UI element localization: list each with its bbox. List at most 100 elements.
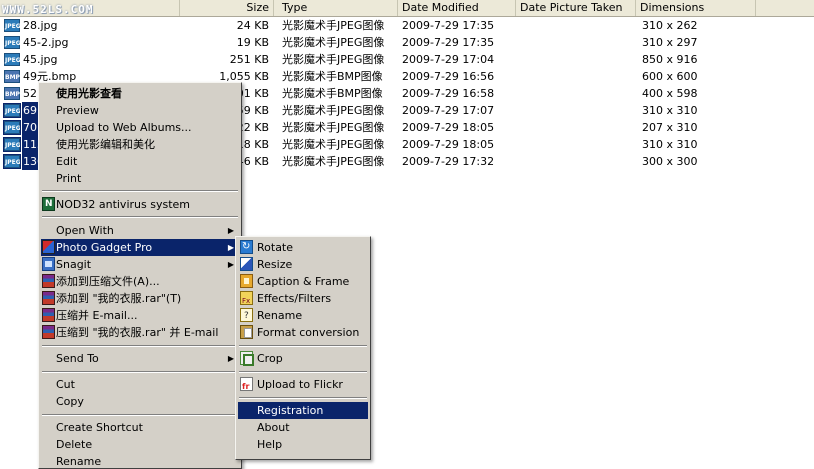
file-modified: 2009-7-29 17:35 xyxy=(402,19,495,32)
menu-item-label: 压缩到 "我的衣服.rar" 并 E-mail xyxy=(56,326,219,339)
context-menu: 使用光影查看 Preview Upload to Web Albums... 使… xyxy=(38,82,242,469)
file-type: 光影魔术手BMP图像 xyxy=(282,87,383,100)
caption-frame-icon xyxy=(240,274,253,288)
menu-item-snagit[interactable]: Snagit ▶ xyxy=(41,256,239,273)
menu-item-delete[interactable]: Delete xyxy=(41,436,239,453)
jpeg-file-icon: JPEG xyxy=(3,120,21,135)
submenu-item-registration[interactable]: Registration xyxy=(238,402,368,419)
submenu-arrow-icon: ▶ xyxy=(227,226,234,235)
menu-separator xyxy=(42,216,238,218)
submenu-item-label: Rename xyxy=(257,309,303,322)
file-modified: 2009-7-29 16:56 xyxy=(402,70,495,83)
menu-item-rename[interactable]: Rename xyxy=(41,453,239,469)
menu-item-label: Send To xyxy=(56,352,99,365)
file-name: 28.jpg xyxy=(23,19,58,32)
file-dimensions: 300 x 300 xyxy=(642,155,698,168)
file-type: 光影魔术手JPEG图像 xyxy=(282,53,385,66)
jpeg-file-icon: JPEG xyxy=(3,103,21,118)
menu-item-label: Photo Gadget Pro xyxy=(56,241,153,254)
column-size[interactable]: Size xyxy=(180,0,274,16)
menu-item-upload-web-albums[interactable]: Upload to Web Albums... xyxy=(41,119,239,136)
submenu-arrow-icon: ▶ xyxy=(227,260,234,269)
menu-item-label: 添加到 "我的衣服.rar"(T) xyxy=(56,292,182,305)
format-conversion-icon xyxy=(240,325,253,339)
watermark: WWW.52LS.COM xyxy=(2,3,94,16)
winrar-icon xyxy=(42,325,55,339)
menu-item-photo-gadget-pro[interactable]: Photo Gadget Pro ▶ xyxy=(41,239,239,256)
menu-item-compress-rar-email[interactable]: 压缩到 "我的衣服.rar" 并 E-mail xyxy=(41,324,239,341)
bmp-file-icon: BMP xyxy=(4,70,20,83)
submenu-item-label: Rotate xyxy=(257,241,294,254)
submenu-item-rename[interactable]: Rename xyxy=(238,307,368,325)
file-dimensions: 207 x 310 xyxy=(642,121,698,134)
menu-item-copy[interactable]: Copy xyxy=(41,393,239,410)
submenu-item-effects-filters[interactable]: Effects/Filters xyxy=(238,290,368,310)
column-type[interactable]: Type xyxy=(278,0,398,16)
submenu-item-help[interactable]: Help xyxy=(238,436,368,453)
menu-item-nod32[interactable]: NOD32 antivirus system xyxy=(41,196,239,213)
submenu-item-label: Effects/Filters xyxy=(257,292,332,305)
file-modified: 2009-7-29 17:04 xyxy=(402,53,495,66)
column-date-taken[interactable]: Date Picture Taken xyxy=(516,0,636,16)
submenu-item-label: Upload to Flickr xyxy=(257,378,343,391)
file-type: 光影魔术手JPEG图像 xyxy=(282,155,385,168)
menu-separator xyxy=(239,397,367,399)
menu-item-preview[interactable]: Preview xyxy=(41,102,239,119)
column-filler xyxy=(756,0,814,16)
table-row[interactable]: JPEG 45-2.jpg 19 KB 光影魔术手JPEG图像 2009-7-2… xyxy=(0,34,814,51)
menu-item-print[interactable]: Print xyxy=(41,170,239,187)
menu-item-open-with-guangying[interactable]: 使用光影查看 xyxy=(41,85,239,102)
submenu-item-caption-frame[interactable]: Caption & Frame xyxy=(238,273,368,290)
file-dimensions: 850 x 916 xyxy=(642,53,698,66)
table-row[interactable]: JPEG 45.jpg 251 KB 光影魔术手JPEG图像 2009-7-29… xyxy=(0,51,814,68)
menu-item-add-to-rar[interactable]: 添加到 "我的衣服.rar"(T) xyxy=(41,290,239,307)
photo-gadget-submenu: Rotate Resize Caption & Frame Effects/Fi… xyxy=(235,236,371,460)
file-modified: 2009-7-29 17:32 xyxy=(402,155,495,168)
menu-item-send-to[interactable]: Send To ▶ xyxy=(41,350,239,367)
menu-separator xyxy=(42,190,238,192)
column-name[interactable]: WWW.52LS.COM xyxy=(0,0,180,16)
menu-item-cut[interactable]: Cut xyxy=(41,376,239,393)
menu-item-label: Open With xyxy=(56,224,114,237)
submenu-arrow-icon: ▶ xyxy=(227,354,234,363)
column-dimensions[interactable]: Dimensions xyxy=(636,0,756,16)
submenu-item-crop[interactable]: Crop xyxy=(238,350,368,367)
photo-gadget-icon xyxy=(42,240,55,254)
menu-item-edit-with-guangying[interactable]: 使用光影编辑和美化 xyxy=(41,136,239,153)
menu-item-edit[interactable]: Edit xyxy=(41,153,239,170)
submenu-item-label: Crop xyxy=(257,352,283,365)
menu-separator xyxy=(239,345,367,347)
winrar-icon xyxy=(42,274,55,288)
jpeg-file-icon: JPEG xyxy=(4,53,21,66)
column-date-modified[interactable]: Date Modified xyxy=(398,0,516,16)
file-size: 251 KB xyxy=(229,53,269,66)
menu-item-label: NOD32 antivirus system xyxy=(56,198,190,211)
file-dimensions: 310 x 262 xyxy=(642,19,698,32)
menu-item-add-to-archive[interactable]: 添加到压缩文件(A)... xyxy=(41,273,239,290)
submenu-item-resize[interactable]: Resize xyxy=(238,256,368,273)
submenu-item-format-conversion[interactable]: Format conversion xyxy=(238,324,368,341)
column-header: WWW.52LS.COM Size Type Date Modified Dat… xyxy=(0,0,814,17)
menu-item-create-shortcut[interactable]: Create Shortcut xyxy=(41,419,239,436)
effects-filters-icon xyxy=(240,291,253,310)
menu-item-open-with[interactable]: Open With ▶ xyxy=(41,222,239,239)
submenu-item-upload-flickr[interactable]: Upload to Flickr xyxy=(238,376,368,395)
submenu-item-about[interactable]: About xyxy=(238,419,368,436)
file-type: 光影魔术手JPEG图像 xyxy=(282,121,385,134)
menu-item-compress-email[interactable]: 压缩并 E-mail... xyxy=(41,307,239,324)
jpeg-file-icon: JPEG xyxy=(4,19,21,32)
file-modified: 2009-7-29 17:07 xyxy=(402,104,495,117)
submenu-arrow-icon: ▶ xyxy=(227,243,234,252)
snagit-icon xyxy=(42,257,55,271)
file-dimensions: 310 x 310 xyxy=(642,138,698,151)
submenu-item-rotate[interactable]: Rotate xyxy=(238,238,368,256)
file-modified: 2009-7-29 18:05 xyxy=(402,138,495,151)
table-row[interactable]: JPEG 28.jpg 24 KB 光影魔术手JPEG图像 2009-7-29 … xyxy=(0,17,814,34)
file-name: 45-2.jpg xyxy=(23,36,69,49)
file-modified: 2009-7-29 16:58 xyxy=(402,87,495,100)
nod32-icon xyxy=(42,196,55,213)
file-type: 光影魔术手JPEG图像 xyxy=(282,138,385,151)
submenu-item-label: Caption & Frame xyxy=(257,275,350,288)
jpeg-file-icon: JPEG xyxy=(4,36,21,49)
file-type: 光影魔术手JPEG图像 xyxy=(282,104,385,117)
